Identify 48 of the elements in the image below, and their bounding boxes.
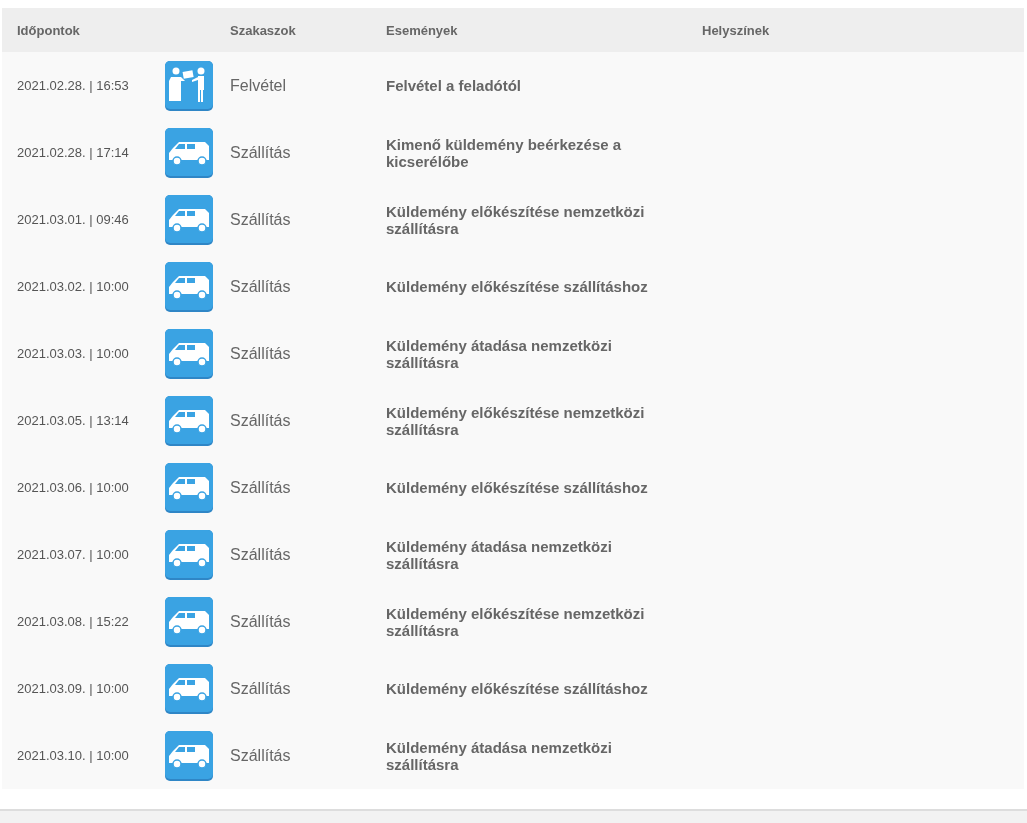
van-icon [165, 462, 213, 513]
column-header: Szakaszok [230, 22, 297, 38]
event-text: Küldemény átadása nemzetközi szállításra [386, 738, 613, 773]
van-icon [165, 596, 213, 647]
timestamp: 2021.03.08. | 15:22 [16, 614, 130, 629]
van-icon [165, 395, 213, 446]
stage-label: Felvétel [230, 76, 288, 95]
event-text: Küldemény előkészítése szállításhoz [386, 479, 649, 496]
stage-label: Szállítás [230, 545, 292, 564]
timestamp: 2021.03.01. | 09:46 [16, 212, 130, 227]
event-text: Küldemény előkészítése nemzetközi szállításra [386, 202, 646, 237]
timestamp: 2021.03.06. | 10:00 [16, 480, 130, 495]
timestamp: 2021.03.03. | 10:00 [16, 346, 130, 361]
stage-label: Szállítás [230, 344, 292, 363]
van-icon [165, 663, 213, 714]
van-icon [165, 730, 213, 781]
van-icon [165, 261, 213, 312]
timestamp: 2021.03.07. | 10:00 [16, 547, 130, 562]
stage-label: Szállítás [230, 478, 292, 497]
event-text: Felvétel a feladótól [386, 77, 523, 94]
timestamp: 2021.03.02. | 10:00 [16, 279, 130, 294]
column-header: Események [386, 22, 459, 38]
stage-label: Szállítás [230, 411, 292, 430]
stage-label: Szállítás [230, 143, 292, 162]
column-header: Helyszínek [702, 22, 771, 38]
event-text: Kimenő küldemény beérkezése a kicserélőbe [386, 135, 623, 170]
van-icon [165, 127, 213, 178]
column-header: Időpontok [16, 22, 81, 38]
van-icon [165, 194, 213, 245]
timestamp: 2021.02.28. | 16:53 [16, 78, 130, 93]
timestamp: 2021.03.10. | 10:00 [16, 748, 130, 763]
event-text: Küldemény átadása nemzetközi szállításra [386, 537, 613, 572]
stage-label: Szállítás [230, 210, 292, 229]
timestamp: 2021.03.05. | 13:14 [16, 413, 130, 428]
stage-label: Szállítás [230, 679, 292, 698]
timestamp: 2021.02.28. | 17:14 [16, 145, 130, 160]
stage-label: Szállítás [230, 612, 292, 631]
timestamp: 2021.03.09. | 10:00 [16, 681, 130, 696]
van-icon [165, 529, 213, 580]
event-text: Küldemény átadása nemzetközi szállításra [386, 336, 613, 371]
event-text: Küldemény előkészítése szállításhoz [386, 680, 649, 697]
counter-person-icon [165, 60, 213, 111]
van-icon [165, 328, 213, 379]
stage-label: Szállítás [230, 277, 292, 296]
event-text: Küldemény előkészítése nemzetközi szállításra [386, 604, 646, 639]
event-text: Küldemény előkészítése nemzetközi szállításra [386, 403, 646, 438]
stage-label: Szállítás [230, 746, 292, 765]
event-text: Küldemény előkészítése szállításhoz [386, 278, 649, 295]
